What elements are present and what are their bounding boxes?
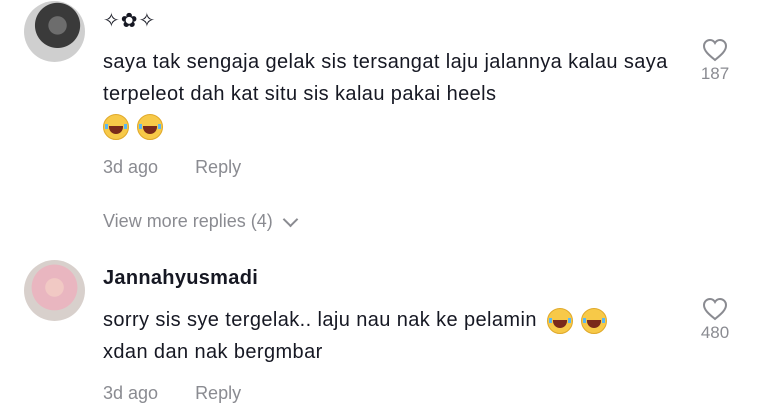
comment-timestamp: 3d ago <box>103 383 159 403</box>
avatar[interactable] <box>24 1 85 62</box>
reply-button[interactable]: Reply <box>195 383 241 404</box>
comment-username[interactable]: ✧✿✧ <box>103 8 156 32</box>
heart-icon <box>702 38 728 62</box>
view-more-replies-button[interactable]: View more replies (4) <box>103 211 299 232</box>
comment-meta: 3d ago Reply <box>103 157 241 178</box>
avatar[interactable] <box>24 260 85 321</box>
comment-username[interactable]: Jannahyusmadi <box>103 267 258 290</box>
comment-text: saya tak sengaja gelak sis tersangat laj… <box>103 51 668 105</box>
emoji-row <box>103 114 163 140</box>
tears-of-joy-emoji-icon <box>137 114 163 140</box>
like-count: 480 <box>700 323 730 342</box>
comment-meta: 3d ago Reply <box>103 383 241 404</box>
like-button[interactable]: 480 <box>694 297 736 343</box>
tears-of-joy-emoji-icon <box>580 307 607 334</box>
heart-icon <box>702 297 728 321</box>
comment-text-continued: xdan dan nak bergmbar <box>103 341 323 363</box>
comment-text: sorry sis sye tergelak.. laju nau nak ke… <box>103 309 537 331</box>
emoji-row <box>546 307 607 334</box>
view-more-label: View more replies (4) <box>103 211 273 231</box>
like-button[interactable]: 187 <box>694 38 736 84</box>
comment-timestamp: 3d ago <box>103 157 159 177</box>
reply-button[interactable]: Reply <box>195 157 241 178</box>
tears-of-joy-emoji-icon <box>546 307 573 334</box>
like-count: 187 <box>700 64 730 83</box>
tears-of-joy-emoji-icon <box>103 114 129 140</box>
comment-text-block: sorry sis sye tergelak.. laju nau nak ke… <box>103 304 683 368</box>
chevron-down-icon <box>282 211 299 227</box>
